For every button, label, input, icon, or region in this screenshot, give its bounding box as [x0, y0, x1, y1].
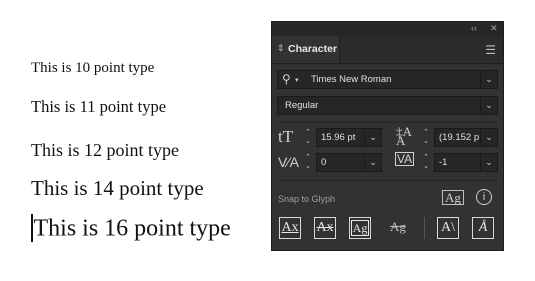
info-icon[interactable]: i [476, 189, 492, 205]
sample-text-16pt-label: This is 16 point type [33, 215, 231, 242]
leading-field[interactable]: (19.152 p ⌄ [434, 128, 498, 147]
x-height-icon: Ax [316, 220, 334, 235]
tab-character-label: Character [288, 43, 338, 55]
x-height-snap-button[interactable]: Ax [314, 217, 336, 239]
glyph-bounds-icon: Ag [350, 220, 370, 236]
leading-dropdown[interactable]: ⌄ [480, 129, 497, 146]
sample-text-16pt[interactable]: This is 16 point type [31, 214, 231, 244]
font-family-field[interactable]: ⚲ ▾ Times New Roman ⌄ [277, 70, 498, 89]
tracking-stepper[interactable]: ⌃ ⌄ [420, 153, 432, 172]
font-style-dropdown[interactable]: ⌄ [480, 97, 497, 114]
panel-title-bar: ‹‹ ✕ [272, 22, 503, 36]
font-size-dropdown[interactable]: ⌄ [364, 129, 381, 146]
proximity-guides-icon: Ag [390, 219, 406, 234]
leading-icon: ‡A A [396, 124, 412, 148]
angular-guides-icon: A\ [441, 220, 455, 235]
glyph-bounds-snap-button[interactable]: Ag [349, 217, 371, 239]
snap-to-glyph-label: Snap to Glyph [278, 194, 336, 204]
baseline-snap-button[interactable]: Ax [279, 217, 301, 239]
leading-stepper[interactable]: ⌃ ⌄ [420, 128, 432, 147]
panel-tab-row: ⇕ Character ☰ [272, 36, 503, 64]
font-family-value: Times New Roman [311, 74, 392, 85]
font-size-value: 15.96 pt [321, 132, 356, 143]
character-panel: ‹‹ ✕ ⇕ Character ☰ ⚲ ▾ Times New Roman ⌄… [271, 21, 504, 251]
anchor-point-icon: Å [478, 220, 488, 235]
chevron-down-icon: ▾ [295, 77, 299, 84]
sample-text-11pt: This is 11 point type [31, 97, 167, 116]
grip-icon: ⇕ [277, 43, 285, 53]
kerning-value: 0 [321, 157, 327, 168]
proximity-guides-button[interactable]: Ag [387, 217, 409, 239]
leading-value: (19.152 p [439, 132, 480, 143]
sample-text-12pt: This is 12 point type [31, 140, 179, 160]
anchor-point-button[interactable]: Å [472, 217, 494, 239]
font-size-field[interactable]: 15.96 pt ⌄ [316, 128, 382, 147]
tracking-icon: VA [395, 152, 415, 166]
sample-text-14pt: This is 14 point type [31, 176, 204, 200]
font-style-value: Regular [285, 100, 319, 111]
angular-guides-button[interactable]: A\ [437, 217, 459, 239]
font-family-dropdown[interactable]: ⌄ [480, 71, 497, 88]
kerning-dropdown[interactable]: ⌄ [364, 154, 381, 171]
close-icon[interactable]: ✕ [490, 23, 498, 34]
kerning-stepper[interactable]: ⌃ ⌄ [302, 153, 314, 172]
tracking-value: -1 [439, 157, 448, 168]
kerning-icon: V⁄A [278, 154, 300, 170]
divider [277, 122, 498, 123]
tab-character[interactable]: ⇕ Character [272, 36, 340, 63]
collapse-icon[interactable]: ‹‹ [471, 23, 477, 33]
search-icon: ⚲ [282, 72, 291, 86]
sample-text-10pt: This is 10 point type [31, 60, 155, 76]
tracking-field[interactable]: -1 ⌄ [434, 153, 498, 172]
font-size-icon: tT [278, 127, 294, 146]
glyph-guide-icon[interactable]: Ag [442, 190, 464, 205]
text-cursor [31, 214, 33, 242]
font-size-stepper[interactable]: ⌃ ⌄ [302, 128, 314, 147]
kerning-field[interactable]: 0 ⌄ [316, 153, 382, 172]
baseline-icon: Ax [281, 220, 299, 235]
tracking-dropdown[interactable]: ⌄ [480, 154, 497, 171]
panel-menu-icon[interactable]: ☰ [485, 43, 496, 57]
divider [277, 180, 498, 181]
font-style-field[interactable]: Regular ⌄ [277, 96, 498, 115]
divider [424, 217, 425, 239]
